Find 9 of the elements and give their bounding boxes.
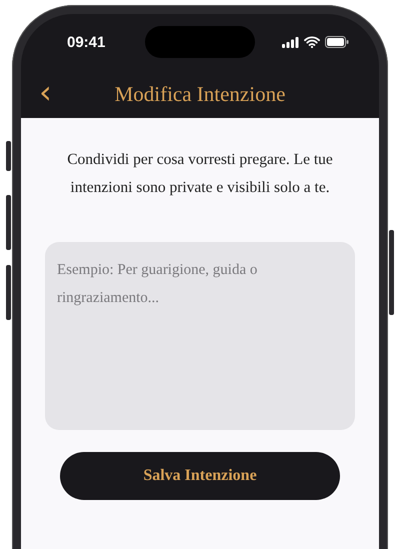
- intention-input-field[interactable]: Esempio: Per guarigione, guida o ringraziamento...: [45, 242, 355, 430]
- status-time: 09:41: [67, 34, 106, 50]
- screen-title: Modifica Intenzione: [114, 82, 286, 106]
- wifi-icon: [304, 36, 320, 48]
- description-text: Condividi per cosa vorresti pregare. Le tue intenzioni sono private e visibili solo a te.: [66, 150, 334, 198]
- back-button[interactable]: ‹: [35, 76, 56, 108]
- save-button[interactable]: Salva Intenzione: [60, 452, 340, 500]
- signal-icon: [282, 36, 299, 48]
- battery-icon: [325, 36, 349, 48]
